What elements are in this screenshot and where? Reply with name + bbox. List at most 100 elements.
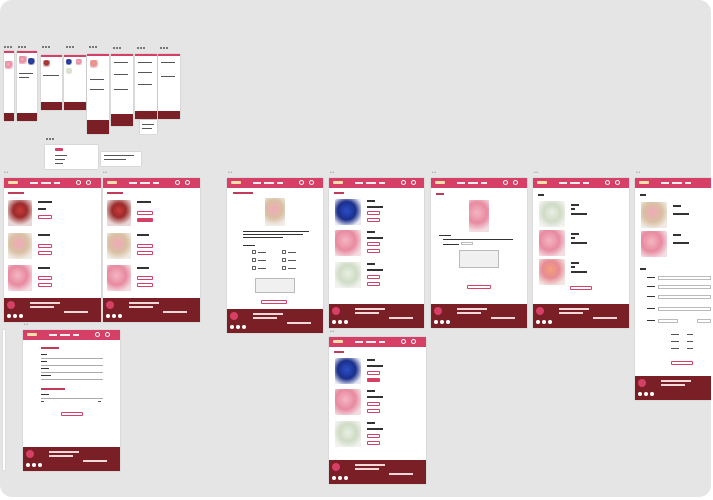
instagram-icon[interactable] [13, 314, 17, 318]
add-to-cart-button[interactable] [367, 211, 380, 215]
add-to-cart-button[interactable] [38, 244, 52, 248]
message-textarea[interactable] [255, 278, 295, 293]
add-to-cart-button[interactable] [137, 276, 153, 280]
mobile-frame[interactable] [64, 55, 86, 110]
instagram-icon[interactable] [112, 314, 116, 318]
instagram-icon[interactable] [236, 325, 240, 329]
cart-icon[interactable] [411, 180, 416, 185]
name-field[interactable] [658, 276, 711, 280]
add-to-cart-button[interactable] [367, 434, 380, 438]
partial-frame[interactable] [3, 330, 5, 470]
place-order-button[interactable] [671, 361, 693, 365]
add-to-cart-button[interactable] [367, 402, 380, 406]
mobile-frame[interactable] [41, 55, 62, 110]
instagram-icon[interactable] [338, 476, 342, 480]
cart-icon[interactable] [105, 332, 110, 337]
twitter-icon[interactable] [118, 314, 122, 318]
instagram-icon[interactable] [440, 320, 444, 324]
order-form-page[interactable] [227, 178, 323, 333]
facebook-icon[interactable] [7, 314, 11, 318]
login-page[interactable] [23, 330, 120, 471]
catalog-page-variant[interactable] [329, 337, 426, 484]
option-checkbox[interactable] [252, 258, 256, 262]
wishlist-page-variant[interactable] [103, 178, 200, 322]
popup-frame[interactable] [101, 152, 141, 166]
twitter-icon[interactable] [344, 476, 348, 480]
user-icon[interactable] [401, 180, 406, 185]
option-checkbox[interactable] [282, 266, 286, 270]
design-canvas[interactable]: ••• ••• ••• ••• ••• ••• ••• ••• ••• [0, 0, 711, 497]
wishlist-button[interactable] [367, 441, 380, 445]
user-icon[interactable] [401, 339, 406, 344]
add-to-cart-button[interactable] [38, 276, 52, 280]
cart-page[interactable] [533, 178, 629, 328]
facebook-icon[interactable] [536, 320, 540, 324]
remove-button[interactable] [38, 251, 52, 255]
facebook-icon[interactable] [230, 325, 234, 329]
add-to-cart-button[interactable] [367, 242, 380, 246]
popup-frame[interactable] [45, 145, 98, 169]
twitter-icon[interactable] [19, 314, 23, 318]
cart-icon[interactable] [513, 180, 518, 185]
user-icon[interactable] [76, 180, 81, 185]
twitter-icon[interactable] [548, 320, 552, 324]
remove-button[interactable] [137, 283, 153, 287]
twitter-icon[interactable] [344, 320, 348, 324]
product-detail-page[interactable] [431, 178, 527, 328]
wishlist-button[interactable] [367, 282, 380, 286]
wishlist-button[interactable] [367, 249, 380, 253]
option-checkbox[interactable] [252, 250, 256, 254]
option-checkbox[interactable] [282, 250, 286, 254]
user-icon[interactable] [299, 180, 304, 185]
facebook-icon[interactable] [106, 314, 110, 318]
checkout-button[interactable] [570, 286, 592, 290]
mobile-frame[interactable] [4, 51, 14, 121]
mobile-frame[interactable] [87, 54, 109, 134]
login-button[interactable] [61, 412, 83, 416]
message-textarea[interactable] [459, 250, 499, 268]
mobile-frame[interactable] [111, 54, 133, 126]
option-checkbox[interactable] [282, 258, 286, 262]
wishlist-button[interactable] [367, 409, 380, 413]
user-icon[interactable] [95, 332, 100, 337]
twitter-icon[interactable] [242, 325, 246, 329]
catalog-page[interactable] [329, 178, 424, 328]
twitter-icon[interactable] [446, 320, 450, 324]
user-icon[interactable] [503, 180, 508, 185]
facebook-icon[interactable] [26, 463, 30, 467]
instagram-icon[interactable] [644, 392, 648, 396]
date-field[interactable] [658, 319, 678, 323]
facebook-icon[interactable] [434, 320, 438, 324]
facebook-icon[interactable] [332, 320, 336, 324]
wishlist-button[interactable] [367, 378, 380, 382]
submit-button[interactable] [261, 300, 287, 304]
cart-icon[interactable] [309, 180, 314, 185]
mobile-frame[interactable] [17, 51, 37, 121]
cart-icon[interactable] [615, 180, 620, 185]
add-to-cart-button[interactable] [367, 275, 380, 279]
user-icon[interactable] [605, 180, 610, 185]
add-to-cart-button[interactable] [137, 211, 153, 215]
add-to-cart-button[interactable] [467, 285, 491, 289]
twitter-icon[interactable] [650, 392, 654, 396]
wishlist-page[interactable] [4, 178, 101, 322]
phone-field[interactable] [658, 295, 711, 299]
facebook-icon[interactable] [332, 476, 336, 480]
facebook-icon[interactable] [638, 392, 642, 396]
mobile-frame[interactable] [135, 54, 157, 119]
instagram-icon[interactable] [542, 320, 546, 324]
cart-icon[interactable] [411, 339, 416, 344]
wishlist-button[interactable] [367, 218, 380, 222]
address-field[interactable] [658, 307, 711, 311]
checkout-page[interactable] [635, 178, 711, 400]
cart-icon[interactable] [185, 180, 190, 185]
email-field[interactable] [658, 285, 711, 289]
remove-button[interactable] [38, 283, 52, 287]
add-to-cart-button[interactable] [137, 244, 153, 248]
remove-button[interactable] [137, 218, 153, 222]
instagram-icon[interactable] [338, 320, 342, 324]
add-to-cart-button[interactable] [38, 215, 52, 219]
mobile-frame[interactable] [140, 120, 157, 134]
time-field[interactable] [697, 319, 711, 323]
quantity-stepper[interactable] [461, 242, 473, 245]
